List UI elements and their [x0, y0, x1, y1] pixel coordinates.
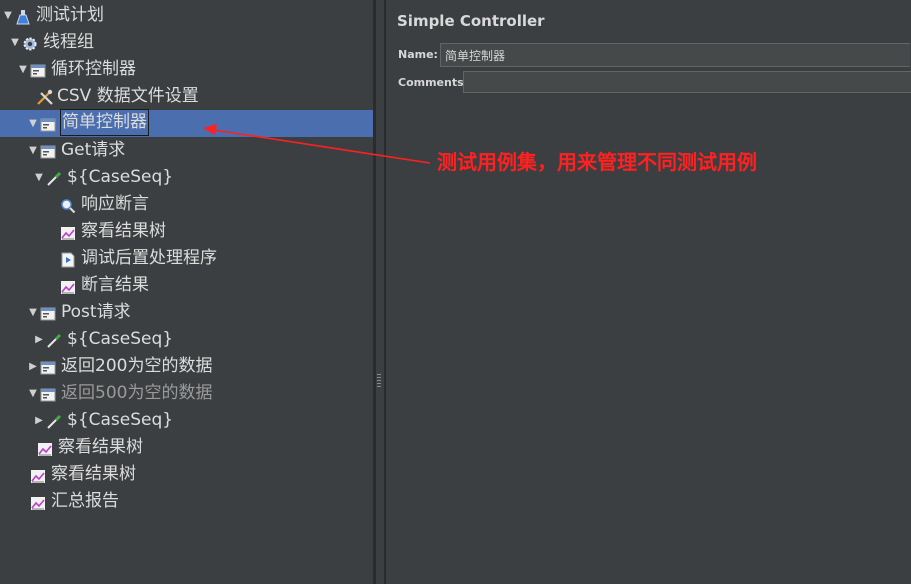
tree-node-label: 调试后置处理程序: [81, 248, 217, 268]
tree-node-label: Post请求: [61, 302, 131, 322]
tree-node[interactable]: 汇总报告: [0, 488, 373, 515]
tree-node[interactable]: ▼ Post请求: [0, 299, 373, 326]
graph-icon: [37, 439, 53, 456]
tree-node[interactable]: ▶ 返回200为空的数据: [0, 353, 373, 380]
controller-icon: [40, 385, 56, 402]
comments-label: Comments:: [398, 76, 469, 89]
graph-icon: [30, 493, 46, 510]
tree-node[interactable]: CSV 数据文件设置: [0, 83, 373, 110]
tree-node[interactable]: 响应断言: [0, 191, 373, 218]
tree-node[interactable]: ▼ Get请求: [0, 137, 373, 164]
collapse-arrow-icon[interactable]: ▼: [28, 380, 38, 407]
document-icon: [60, 250, 76, 268]
splitter-grip-icon[interactable]: [377, 374, 381, 388]
controller-icon: [40, 358, 56, 375]
tree-node[interactable]: ▼ 返回500为空的数据: [0, 380, 373, 407]
tree-node-label: ${CaseSeq}: [67, 410, 174, 430]
tree-node-label: 断言结果: [81, 275, 149, 295]
controller-icon: [40, 142, 56, 159]
tree-node[interactable]: ▼ 测试计划: [0, 2, 373, 29]
graph-icon: [30, 466, 46, 483]
pipette-icon: [46, 412, 62, 429]
tree-node-label: 察看结果树: [58, 437, 143, 457]
tools-icon: [36, 88, 53, 105]
tree-node[interactable]: 察看结果树: [0, 461, 373, 488]
pipette-icon: [46, 331, 62, 348]
expand-arrow-icon[interactable]: ▶: [34, 326, 44, 353]
collapse-arrow-icon[interactable]: ▼: [3, 2, 13, 29]
tree-node-label: ${CaseSeq}: [67, 167, 174, 187]
tree-node[interactable]: ▼ 简单控制器: [0, 109, 373, 137]
collapse-arrow-icon[interactable]: ▼: [28, 137, 38, 164]
tree-node[interactable]: ▼ 线程组: [0, 29, 373, 56]
tree-node[interactable]: ▼ 循环控制器: [0, 56, 373, 83]
gear-icon: [22, 34, 38, 51]
graph-icon: [60, 277, 76, 294]
collapse-arrow-icon[interactable]: ▼: [28, 110, 38, 137]
pipette-icon: [46, 169, 62, 186]
tree-node-label: 响应断言: [81, 194, 149, 214]
collapse-arrow-icon[interactable]: ▼: [18, 56, 28, 83]
tree-node-label: 线程组: [43, 32, 94, 52]
tree-node-label: 返回500为空的数据: [61, 383, 213, 403]
tree-node[interactable]: 察看结果树: [0, 434, 373, 461]
tree-node-label: CSV 数据文件设置: [57, 86, 199, 106]
collapse-arrow-icon[interactable]: ▼: [10, 29, 20, 56]
simple-controller-panel: Simple Controller Name: Comments:: [386, 0, 911, 584]
tree-node-label: 简单控制器: [60, 109, 149, 136]
tree-node[interactable]: 断言结果: [0, 272, 373, 299]
tree-node-label: 测试计划: [36, 5, 104, 25]
test-plan-tree[interactable]: ▼ 测试计划 ▼ 线程组 ▼ 循环控制器 CSV 数据文件设置 ▼ 简单控制器 ▼ Get请求 ▼ ${…: [0, 0, 373, 584]
tree-node-label: 返回200为空的数据: [61, 356, 213, 376]
tree-node-label: 察看结果树: [81, 221, 166, 241]
tree-node-label: 循环控制器: [51, 59, 136, 79]
graph-icon: [60, 223, 76, 240]
controller-icon: [40, 304, 56, 321]
controller-icon: [30, 61, 46, 78]
name-field[interactable]: [440, 43, 910, 67]
annotation-text: 测试用例集，用来管理不同测试用例: [437, 150, 757, 174]
comments-field[interactable]: [463, 71, 911, 93]
controller-icon: [40, 115, 56, 132]
tree-node[interactable]: 察看结果树: [0, 218, 373, 245]
tree-node[interactable]: ▶ ${CaseSeq}: [0, 326, 373, 353]
tree-node-label: 察看结果树: [51, 464, 136, 484]
panel-title: Simple Controller: [397, 12, 545, 30]
collapse-arrow-icon[interactable]: ▼: [28, 299, 38, 326]
tree-node-label: Get请求: [61, 140, 126, 160]
magnifier-icon: [60, 196, 76, 214]
tree-node[interactable]: 调试后置处理程序: [0, 245, 373, 272]
flask-icon: [15, 7, 31, 25]
tree-node[interactable]: ▶ ${CaseSeq}: [0, 407, 373, 434]
collapse-arrow-icon[interactable]: ▼: [34, 164, 44, 191]
expand-arrow-icon[interactable]: ▶: [34, 407, 44, 434]
panel-splitter[interactable]: [376, 0, 384, 584]
tree-node-label: 汇总报告: [51, 491, 119, 511]
expand-arrow-icon[interactable]: ▶: [28, 353, 38, 380]
name-label: Name:: [398, 48, 438, 61]
tree-node-label: ${CaseSeq}: [67, 329, 174, 349]
tree-node[interactable]: ▼ ${CaseSeq}: [0, 164, 373, 191]
